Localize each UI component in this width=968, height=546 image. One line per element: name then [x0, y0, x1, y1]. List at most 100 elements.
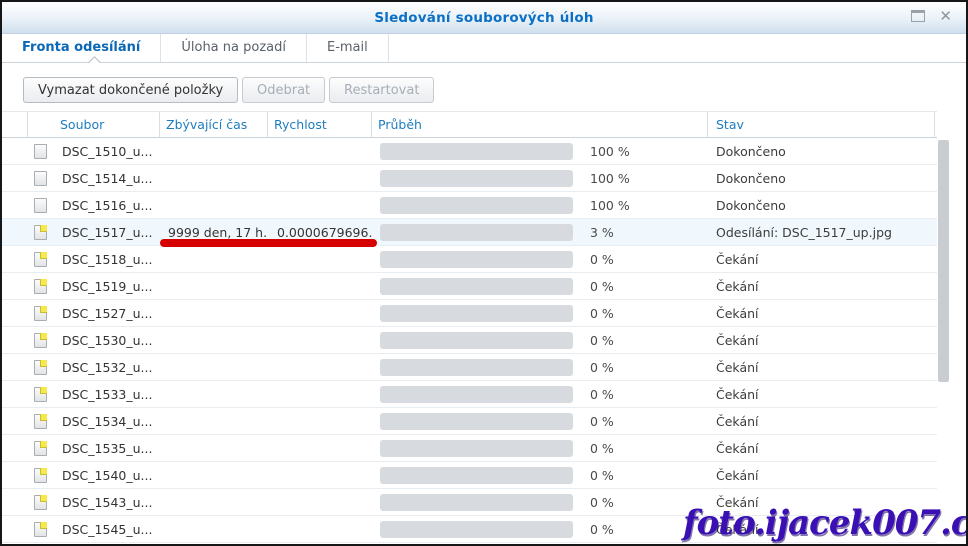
progress-bar-track: [380, 170, 573, 187]
row-file-cell: DSC_1543_u...: [28, 495, 160, 510]
file-name: DSC_1532_u...: [62, 360, 152, 375]
file-name: DSC_1518_u...: [62, 252, 152, 267]
progress-percent-label: 0 %: [590, 522, 614, 537]
progress-cell: 0 %: [372, 413, 708, 430]
row-check-cell: [2, 516, 28, 543]
table-row[interactable]: DSC_1535_u... 0 % Čekání: [2, 435, 937, 462]
table-row[interactable]: DSC_1518_u... 0 % Čekání: [2, 246, 937, 273]
progress-percent-label: 0 %: [590, 306, 614, 321]
restart-button[interactable]: Restartovat: [329, 77, 434, 103]
row-file-cell: DSC_1535_u...: [28, 441, 160, 456]
table-row[interactable]: DSC_1533_u... 0 % Čekání: [2, 381, 937, 408]
row-file-cell: DSC_1533_u...: [28, 387, 160, 402]
table-row[interactable]: DSC_1516_u... 100 % Dokončeno: [2, 192, 937, 219]
restore-window-icon[interactable]: [911, 10, 925, 22]
file-icon: [34, 252, 47, 267]
status-value: Dokončeno: [708, 171, 935, 186]
column-header-progress[interactable]: Průběh: [372, 112, 708, 137]
tab-upload-queue[interactable]: Fronta odesílání: [2, 34, 161, 62]
progress-percent-label: 0 %: [590, 387, 614, 402]
progress-cell: 0 %: [372, 386, 708, 403]
row-file-cell: DSC_1527_u...: [28, 306, 160, 321]
table-row[interactable]: DSC_1519_u... 0 % Čekání: [2, 273, 937, 300]
file-name: DSC_1527_u...: [62, 306, 152, 321]
table-row[interactable]: DSC_1534_u... 0 % Čekání: [2, 408, 937, 435]
progress-cell: 0 %: [372, 494, 708, 511]
progress-bar-track: [380, 521, 573, 538]
progress-cell: 0 %: [372, 305, 708, 322]
progress-cell: 0 %: [372, 359, 708, 376]
row-check-cell: [2, 192, 28, 219]
progress-bar-track: [380, 359, 573, 376]
tab-background-task[interactable]: Úloha na pozadí: [161, 34, 307, 62]
file-name: DSC_1519_u...: [62, 279, 152, 294]
row-check-cell: [2, 462, 28, 489]
close-icon[interactable]: ✕: [939, 10, 952, 22]
progress-bar-track: [380, 386, 573, 403]
table-header: Soubor Zbývající čas Rychlost Průběh Sta…: [2, 111, 937, 138]
progress-bar-track: [380, 278, 573, 295]
row-check-cell: [2, 273, 28, 300]
progress-percent-label: 0 %: [590, 468, 614, 483]
file-icon: [34, 225, 47, 240]
row-check-cell: [2, 489, 28, 516]
row-check-cell: [2, 327, 28, 354]
file-icon: [34, 333, 47, 348]
row-check-cell: [2, 246, 28, 273]
vertical-scrollbar-thumb[interactable]: [938, 140, 949, 382]
status-value: Čekání: [708, 468, 935, 483]
remove-button[interactable]: Odebrat: [242, 77, 325, 103]
table-row[interactable]: DSC_1540_u... 0 % Čekání: [2, 462, 937, 489]
progress-cell: 100 %: [372, 143, 708, 160]
status-value: Čekání: [708, 252, 935, 267]
progress-bar-track: [380, 332, 573, 349]
tab-bar: Fronta odesílání Úloha na pozadí E-mail: [2, 34, 966, 63]
table-row[interactable]: DSC_1530_u... 0 % Čekání: [2, 327, 937, 354]
status-value: Dokončeno: [708, 144, 935, 159]
column-header-file[interactable]: Soubor: [28, 112, 160, 137]
table-row[interactable]: DSC_1527_u... 0 % Čekání: [2, 300, 937, 327]
progress-cell: 0 %: [372, 251, 708, 268]
progress-percent-label: 100 %: [590, 198, 630, 213]
progress-percent-label: 0 %: [590, 279, 614, 294]
column-header-status[interactable]: Stav: [708, 112, 935, 137]
row-check-cell: [2, 219, 28, 246]
progress-bar-track: [380, 143, 573, 160]
file-name: DSC_1535_u...: [62, 441, 152, 456]
clear-completed-button[interactable]: Vymazat dokončené položky: [23, 77, 238, 103]
file-name: DSC_1545_u...: [62, 522, 152, 537]
row-file-cell: DSC_1545_u...: [28, 522, 160, 537]
row-file-cell: DSC_1517_u...: [28, 225, 160, 240]
file-icon: [34, 360, 47, 375]
file-name: DSC_1540_u...: [62, 468, 152, 483]
status-value: Čekání: [708, 387, 935, 402]
progress-percent-label: 0 %: [590, 333, 614, 348]
table-row[interactable]: DSC_1517_u... 9999 den, 17 h... 0.000067…: [2, 219, 937, 246]
table-row[interactable]: DSC_1514_u... 100 % Dokončeno: [2, 165, 937, 192]
progress-cell: 0 %: [372, 278, 708, 295]
status-value: Čekání: [708, 333, 935, 348]
file-icon: [34, 495, 47, 510]
table-row[interactable]: DSC_1532_u... 0 % Čekání: [2, 354, 937, 381]
progress-bar-track: [380, 413, 573, 430]
progress-percent-label: 0 %: [590, 495, 614, 510]
column-header-checkbox: [2, 112, 28, 137]
file-icon: [34, 441, 47, 456]
row-file-cell: DSC_1514_u...: [28, 171, 160, 186]
status-value: Čekání: [708, 306, 935, 321]
column-header-remaining-time[interactable]: Zbývající čas: [160, 112, 268, 137]
tab-email[interactable]: E-mail: [307, 34, 389, 62]
progress-bar-track: [380, 224, 573, 241]
progress-bar-track: [380, 467, 573, 484]
row-file-cell: DSC_1510_u...: [28, 144, 160, 159]
file-icon: [34, 387, 47, 402]
progress-percent-label: 100 %: [590, 171, 630, 186]
row-file-cell: DSC_1540_u...: [28, 468, 160, 483]
file-icon: [34, 198, 47, 213]
status-value: Čekání: [708, 279, 935, 294]
progress-cell: 0 %: [372, 332, 708, 349]
status-value: Čekání: [708, 441, 935, 456]
table-row[interactable]: DSC_1510_u... 100 % Dokončeno: [2, 138, 937, 165]
column-header-speed[interactable]: Rychlost: [268, 112, 372, 137]
progress-percent-label: 3 %: [590, 225, 614, 240]
